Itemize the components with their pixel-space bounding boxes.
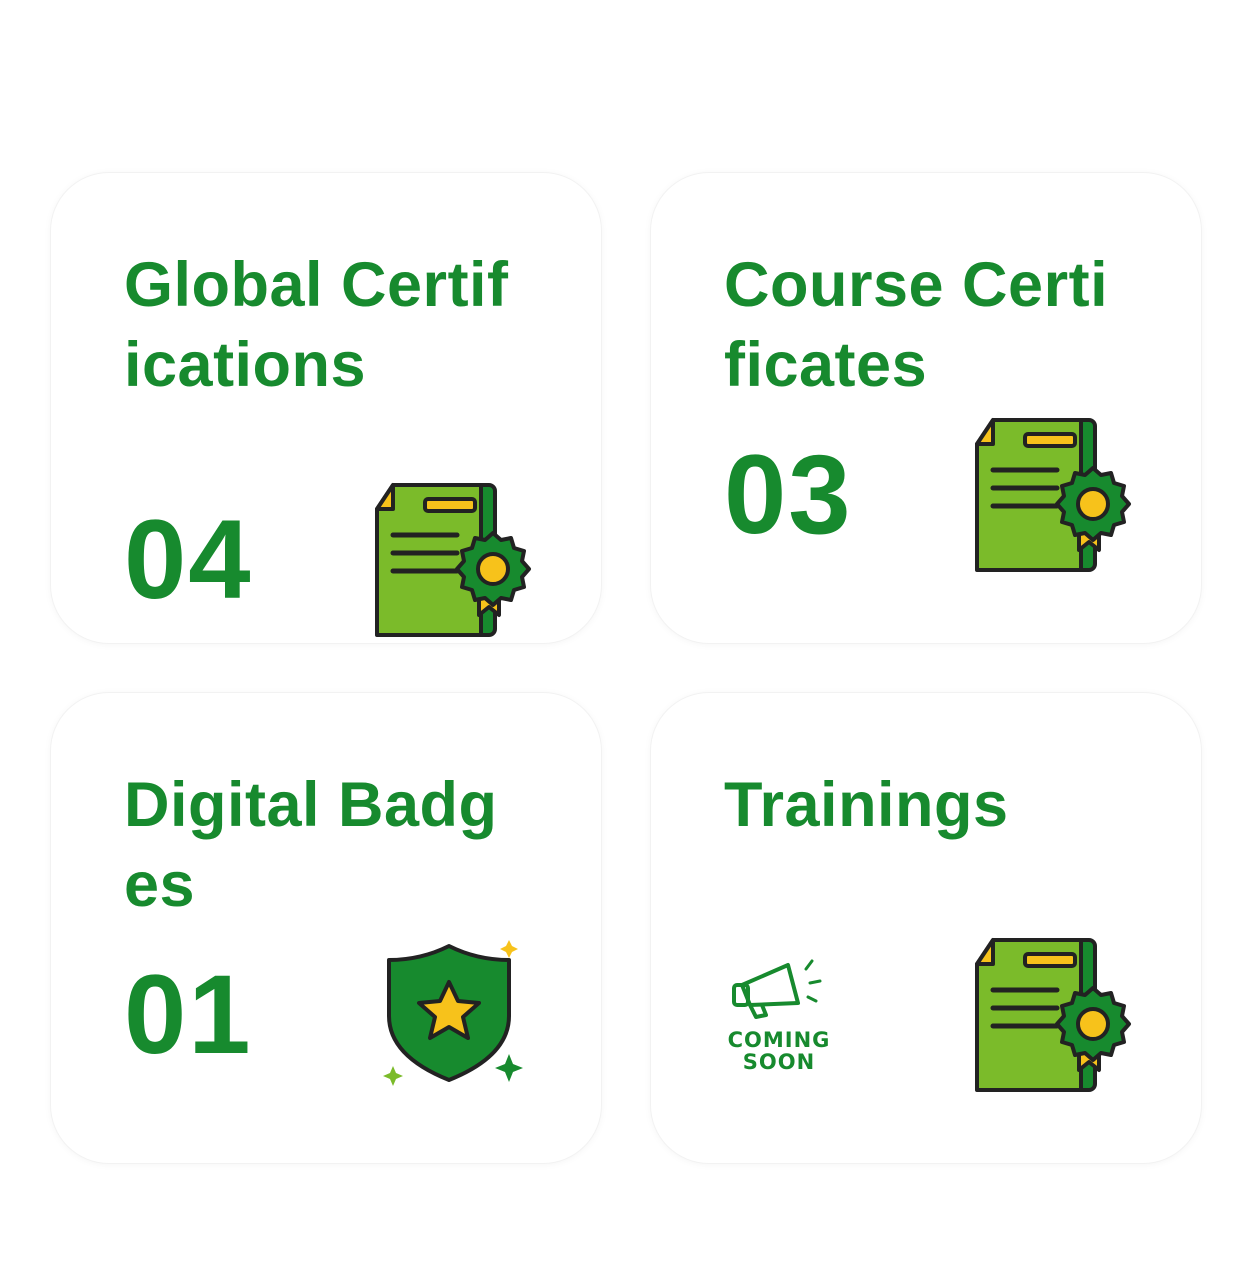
card-title: Digital Badges: [124, 770, 498, 920]
card-count: 04: [124, 497, 253, 622]
soon-label: SOON: [742, 1050, 816, 1074]
shield-star-icon: [383, 940, 523, 1086]
trainings-card[interactable]: Trainings COMING SOON: [651, 693, 1201, 1163]
global-certifications-card[interactable]: Global Certifications 04: [51, 173, 601, 643]
certificate-icon: [971, 936, 1135, 1096]
certificate-icon: [971, 416, 1135, 576]
card-count: 03: [724, 432, 853, 557]
card-title: Global Certifications: [124, 250, 509, 400]
card-title: Course Certificates: [724, 250, 1109, 400]
digital-badges-card[interactable]: Digital Badges 01: [51, 693, 601, 1163]
card-title: Trainings: [724, 770, 1009, 840]
coming-soon-badge: COMING SOON: [724, 955, 834, 1075]
certificate-icon: [371, 481, 535, 641]
megaphone-icon: [732, 959, 822, 1019]
course-certificates-card[interactable]: Course Certificates 03: [651, 173, 1201, 643]
coming-label: COMING: [727, 1028, 831, 1052]
card-count: 01: [124, 952, 253, 1077]
